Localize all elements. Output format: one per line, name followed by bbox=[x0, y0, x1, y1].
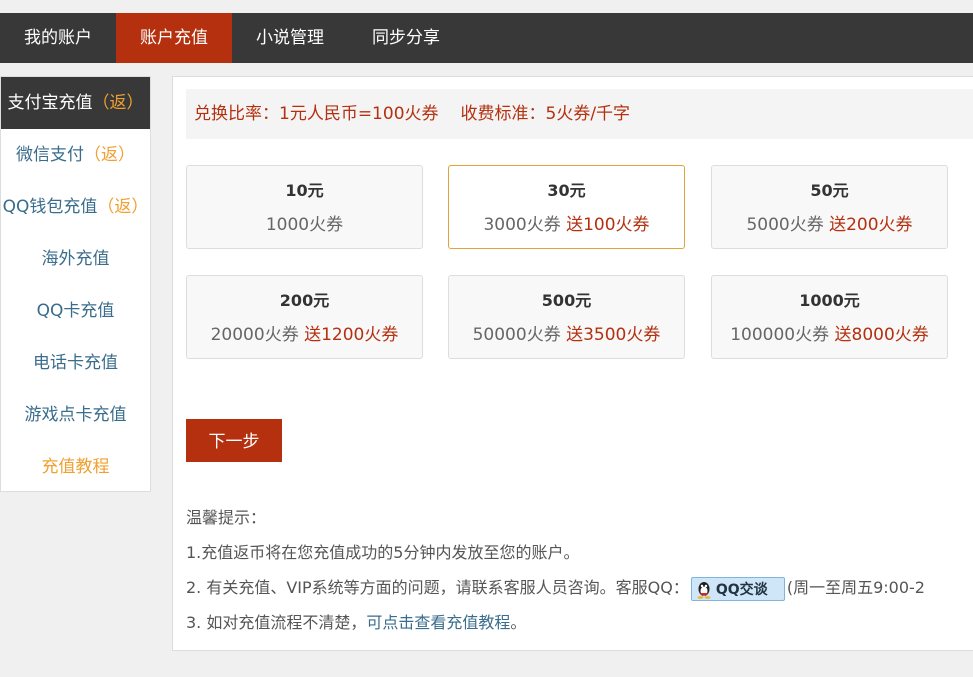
fee-standard-text: 收费标准：5火券/千字 bbox=[460, 104, 631, 124]
top-strip bbox=[0, 0, 973, 13]
tip-line-2-text: 2. 有关充值、VIP系统等方面的问题，请联系客服人员咨询。客服QQ： bbox=[186, 578, 689, 597]
sidebar-item-label: 电话卡充值 bbox=[33, 353, 118, 373]
next-step-button[interactable]: 下一步 bbox=[186, 419, 282, 462]
tip-line-2: 2. 有关充值、VIP系统等方面的问题，请联系客服人员咨询。客服QQ： QQ交谈 (… bbox=[186, 570, 973, 605]
sidebar-item-game-card[interactable]: 游戏点卡充值 bbox=[1, 389, 150, 441]
package-card-10[interactable]: 10元 1000火券 bbox=[186, 165, 423, 249]
package-card-200[interactable]: 200元 20000火券 送1200火券 bbox=[186, 275, 423, 359]
sidebar-item-label: 微信支付 bbox=[16, 145, 84, 165]
coins-value: 20000火券 bbox=[210, 325, 299, 345]
coins-value: 50000火券 bbox=[472, 325, 561, 345]
sidebar-item-tutorial[interactable]: 充值教程 bbox=[1, 441, 150, 493]
sidebar-item-wechat[interactable]: 微信支付（返） bbox=[1, 129, 150, 181]
bonus-value: 送100火券 bbox=[566, 215, 650, 235]
sidebar-item-overseas[interactable]: 海外充值 bbox=[1, 233, 150, 285]
sidebar-item-label: QQ钱包充值 bbox=[2, 197, 98, 217]
sidebar: 支付宝充值（返） 微信支付（返） QQ钱包充值（返） 海外充值 QQ卡充值 电话… bbox=[0, 76, 151, 492]
package-card-500[interactable]: 500元 50000火券 送3500火券 bbox=[448, 275, 685, 359]
package-amount: 500元 bbox=[541, 291, 592, 310]
bonus-value: 送3500火券 bbox=[566, 325, 661, 345]
coins-value: 3000火券 bbox=[483, 215, 561, 235]
tip-line-3-text: 3. 如对充值流程不清楚， bbox=[186, 613, 367, 632]
package-card-50[interactable]: 50元 5000火券 送200火券 bbox=[711, 165, 948, 249]
package-coins: 20000火券 送1200火券 bbox=[187, 324, 422, 346]
exchange-rate-text: 兑换比率：1元人民币=100火券 bbox=[194, 104, 439, 124]
package-amount: 30元 bbox=[547, 181, 586, 200]
coins-value: 5000火券 bbox=[746, 215, 824, 235]
package-card-30[interactable]: 30元 3000火券 送100火券 bbox=[448, 165, 685, 249]
tip-line-3: 3. 如对充值流程不清楚，可点击查看充值教程。 bbox=[186, 605, 973, 640]
nav-account-recharge[interactable]: 账户充值 bbox=[116, 13, 232, 63]
rebate-tag: （返） bbox=[97, 197, 149, 217]
coins-value: 1000火券 bbox=[265, 215, 344, 235]
bonus-value: 送1200火券 bbox=[304, 325, 399, 345]
main-panel: 兑换比率：1元人民币=100火券 收费标准：5火券/千字 10元 1000火券 3… bbox=[172, 76, 973, 651]
package-coins: 50000火券 送3500火券 bbox=[449, 324, 684, 346]
sidebar-item-qq-card[interactable]: QQ卡充值 bbox=[1, 285, 150, 337]
qq-penguin-icon bbox=[697, 581, 711, 599]
tip-line-1: 1.充值返币将在您充值成功的5分钟内发放至您的账户。 bbox=[186, 543, 580, 562]
package-coins: 1000火券 bbox=[187, 214, 422, 236]
package-amount: 1000元 bbox=[799, 291, 860, 310]
tip-line-3-end: 。 bbox=[510, 613, 527, 632]
tips-title: 温馨提示： bbox=[186, 508, 267, 527]
tips-section: 温馨提示： 1.充值返币将在您充值成功的5分钟内发放至您的账户。 2. 有关充值… bbox=[186, 500, 973, 640]
sidebar-item-label: QQ卡充值 bbox=[36, 301, 115, 321]
qq-chat-button[interactable]: QQ交谈 bbox=[690, 576, 785, 601]
package-coins: 100000火券 送8000火券 bbox=[712, 324, 947, 346]
package-amount: 10元 bbox=[285, 181, 324, 200]
bonus-value: 送8000火券 bbox=[834, 325, 929, 345]
rate-bar: 兑换比率：1元人民币=100火券 收费标准：5火券/千字 bbox=[186, 89, 973, 139]
bonus-value: 送200火券 bbox=[829, 215, 913, 235]
package-card-1000[interactable]: 1000元 100000火券 送8000火券 bbox=[711, 275, 948, 359]
qq-chat-label: QQ交谈 bbox=[715, 581, 768, 598]
sidebar-item-label: 支付宝充值 bbox=[7, 93, 93, 113]
nav-my-account[interactable]: 我的账户 bbox=[0, 13, 116, 63]
sidebar-item-label: 海外充值 bbox=[41, 249, 110, 269]
rebate-tag: （返） bbox=[92, 93, 144, 113]
nav-sync-share[interactable]: 同步分享 bbox=[348, 13, 464, 63]
sidebar-item-label: 充值教程 bbox=[41, 457, 110, 477]
package-amount: 200元 bbox=[279, 291, 330, 310]
service-hours-text: (周一至周五9:00-2 bbox=[786, 578, 925, 597]
tutorial-link[interactable]: 可点击查看充值教程 bbox=[366, 613, 510, 632]
nav-novel-management[interactable]: 小说管理 bbox=[232, 13, 348, 63]
coins-value: 100000火券 bbox=[730, 325, 830, 345]
package-coins: 5000火券 送200火券 bbox=[712, 214, 947, 236]
package-coins: 3000火券 送100火券 bbox=[449, 214, 684, 236]
sidebar-item-alipay[interactable]: 支付宝充值（返） bbox=[1, 77, 150, 129]
sidebar-item-phone-card[interactable]: 电话卡充值 bbox=[1, 337, 150, 389]
rebate-tag: （返） bbox=[84, 145, 135, 165]
sidebar-item-label: 游戏点卡充值 bbox=[24, 405, 127, 425]
sidebar-item-qq-wallet[interactable]: QQ钱包充值（返） bbox=[1, 181, 150, 233]
top-nav: 我的账户 账户充值 小说管理 同步分享 bbox=[0, 13, 973, 63]
package-amount: 50元 bbox=[810, 181, 849, 200]
